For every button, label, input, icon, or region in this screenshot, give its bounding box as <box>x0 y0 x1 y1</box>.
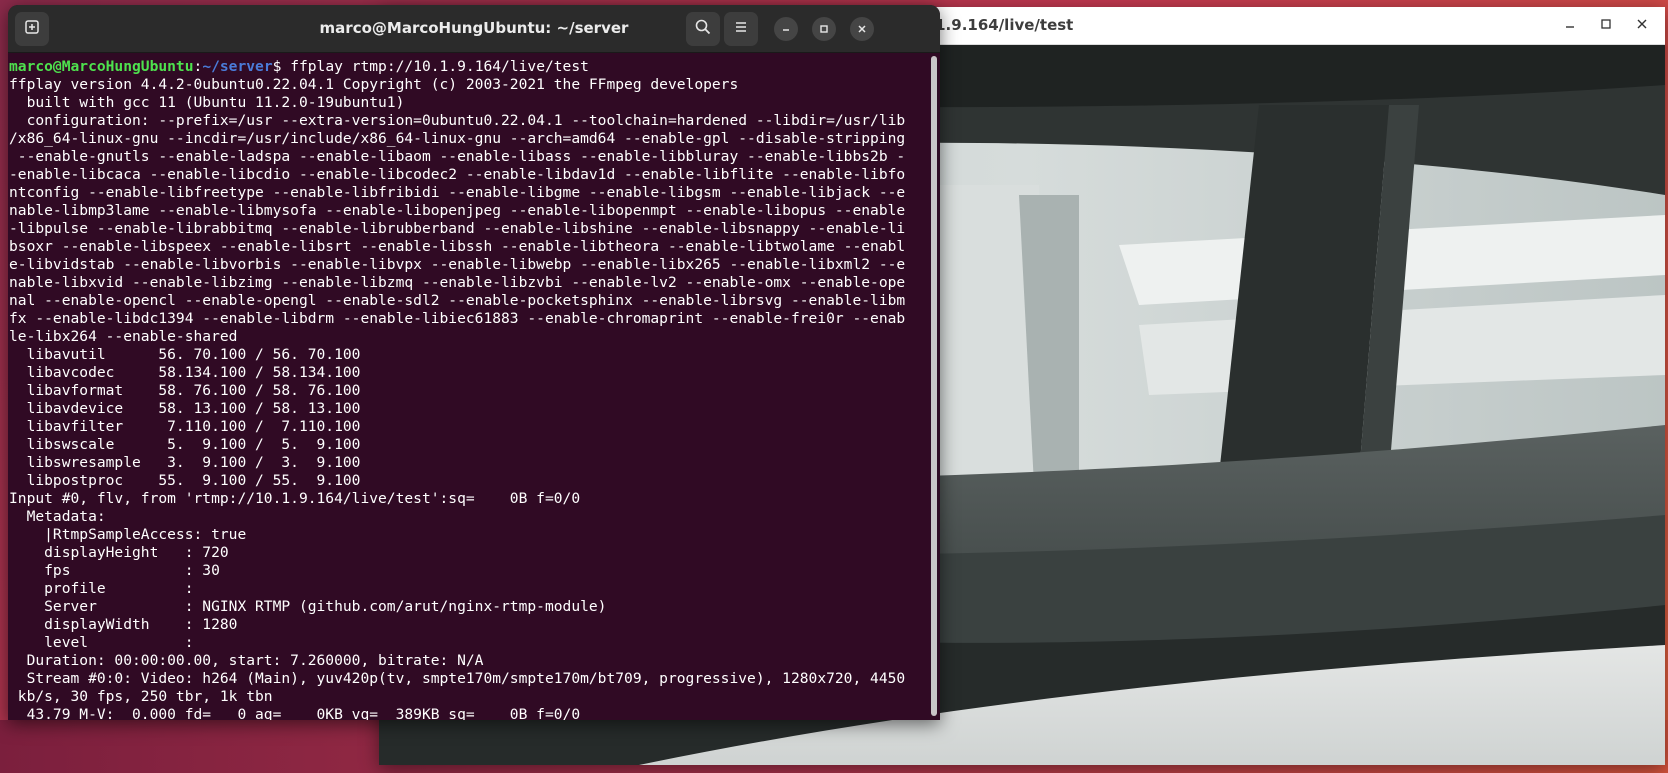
terminal-output-line: Duration: 00:00:00.00, start: 7.260000, … <box>9 652 484 669</box>
close-button[interactable] <box>850 17 874 41</box>
minimize-icon <box>780 20 792 39</box>
prompt-command: ffplay rtmp://10.1.9.164/live/test <box>290 58 589 75</box>
terminal-output-line: displayHeight : 720 <box>9 544 229 561</box>
terminal-output-line: libavdevice 58. 13.100 / 58. 13.100 <box>9 400 361 417</box>
terminal-output-line: --enable-gnutls --enable-ladspa --enable… <box>9 148 906 165</box>
terminal-title: marco@MarcoHungUbuntu: ~/server <box>319 19 629 37</box>
terminal-output-line: le-libx264 --enable-shared <box>9 328 238 345</box>
terminal-output-line: libavformat 58. 76.100 / 58. 76.100 <box>9 382 361 399</box>
terminal-output-line: -libpulse --enable-librabbitmq --enable-… <box>9 220 906 237</box>
terminal-output-line: |RtmpSampleAccess: true <box>9 526 247 543</box>
terminal-output-line: configuration: --prefix=/usr --extra-ver… <box>9 112 906 129</box>
minimize-button[interactable] <box>774 17 798 41</box>
menu-button[interactable] <box>724 12 758 46</box>
prompt-symbol: $ <box>272 58 291 75</box>
terminal-output-line: libavutil 56. 70.100 / 56. 70.100 <box>9 346 361 363</box>
prompt-colon: : <box>193 58 203 75</box>
terminal-output-line: kb/s, 30 fps, 250 tbr, 1k tbn <box>9 688 273 705</box>
video-maximize-icon[interactable] <box>1595 15 1617 37</box>
terminal-output-line: nal --enable-opencl --enable-opengl --en… <box>9 292 906 309</box>
output-lines: ffplay version 4.4.2-0ubuntu0.22.04.1 Co… <box>9 76 926 720</box>
maximize-button[interactable] <box>812 17 836 41</box>
terminal-scrollbar[interactable] <box>930 54 938 716</box>
terminal-output-line: nable-libmp3lame --enable-libmysofa --en… <box>9 202 906 219</box>
search-icon <box>694 18 712 40</box>
terminal-output-line: nable-libxvid --enable-libzimg --enable-… <box>9 274 906 291</box>
maximize-icon <box>818 20 830 39</box>
terminal-output-line: profile : <box>9 580 194 597</box>
terminal-output-line: Input #0, flv, from 'rtmp://10.1.9.164/l… <box>9 490 581 507</box>
terminal-output-line: /x86_64-linux-gnu --incdir=/usr/include/… <box>9 130 906 147</box>
hamburger-menu-icon <box>733 19 749 39</box>
terminal-window[interactable]: marco@MarcoHungUbuntu: ~/server marco@Ma… <box>8 5 940 720</box>
terminal-output-line: ffplay version 4.4.2-0ubuntu0.22.04.1 Co… <box>9 76 739 93</box>
terminal-output-line: e-libvidstab --enable-libvorbis --enable… <box>9 256 906 273</box>
terminal-output-line: libswresample 3. 9.100 / 3. 9.100 <box>9 454 361 471</box>
terminal-output-line: ntconfig --enable-libfreetype --enable-l… <box>9 184 906 201</box>
video-close-icon[interactable] <box>1631 15 1653 37</box>
terminal-output-line: libavcodec 58.134.100 / 58.134.100 <box>9 364 361 381</box>
scrollbar-thumb[interactable] <box>931 56 937 716</box>
terminal-output-line: libpostproc 55. 9.100 / 55. 9.100 <box>9 472 361 489</box>
terminal-output-line: displayWidth : 1280 <box>9 616 238 633</box>
terminal-output-line: libavfilter 7.110.100 / 7.110.100 <box>9 418 361 435</box>
terminal-output-line: level : <box>9 634 194 651</box>
search-button[interactable] <box>686 12 720 46</box>
terminal-output-line: Metadata: <box>9 508 106 525</box>
terminal-output-line: -enable-libcaca --enable-libcdio --enabl… <box>9 166 906 183</box>
terminal-output-line: fx --enable-libdc1394 --enable-libdrm --… <box>9 310 906 327</box>
terminal-output-line: 43.79 M-V: 0.000 fd= 0 aq= 0KB vq= 389KB… <box>9 706 581 720</box>
new-tab-icon <box>24 19 40 39</box>
terminal-output-line: libswscale 5. 9.100 / 5. 9.100 <box>9 436 361 453</box>
new-tab-button[interactable] <box>15 12 49 46</box>
terminal-output-line: built with gcc 11 (Ubuntu 11.2.0-19ubunt… <box>9 94 405 111</box>
terminal-output-line: Server : NGINX RTMP (github.com/arut/ngi… <box>9 598 607 615</box>
prompt-path: ~/server <box>202 58 273 75</box>
prompt-user-host: marco@MarcoHungUbuntu <box>9 58 194 75</box>
terminal-output-line: fps : 30 <box>9 562 220 579</box>
terminal-output-line: Stream #0:0: Video: h264 (Main), yuv420p… <box>9 670 906 687</box>
terminal-header-bar[interactable]: marco@MarcoHungUbuntu: ~/server <box>8 5 940 53</box>
terminal-output[interactable]: marco@MarcoHungUbuntu:~/server$ ffplay r… <box>8 52 926 720</box>
terminal-output-line: bsoxr --enable-libspeex --enable-libsrt … <box>9 238 906 255</box>
video-minimize-icon[interactable] <box>1559 15 1581 37</box>
prompt-line: marco@MarcoHungUbuntu:~/server$ ffplay r… <box>9 58 926 76</box>
close-icon <box>856 20 868 39</box>
